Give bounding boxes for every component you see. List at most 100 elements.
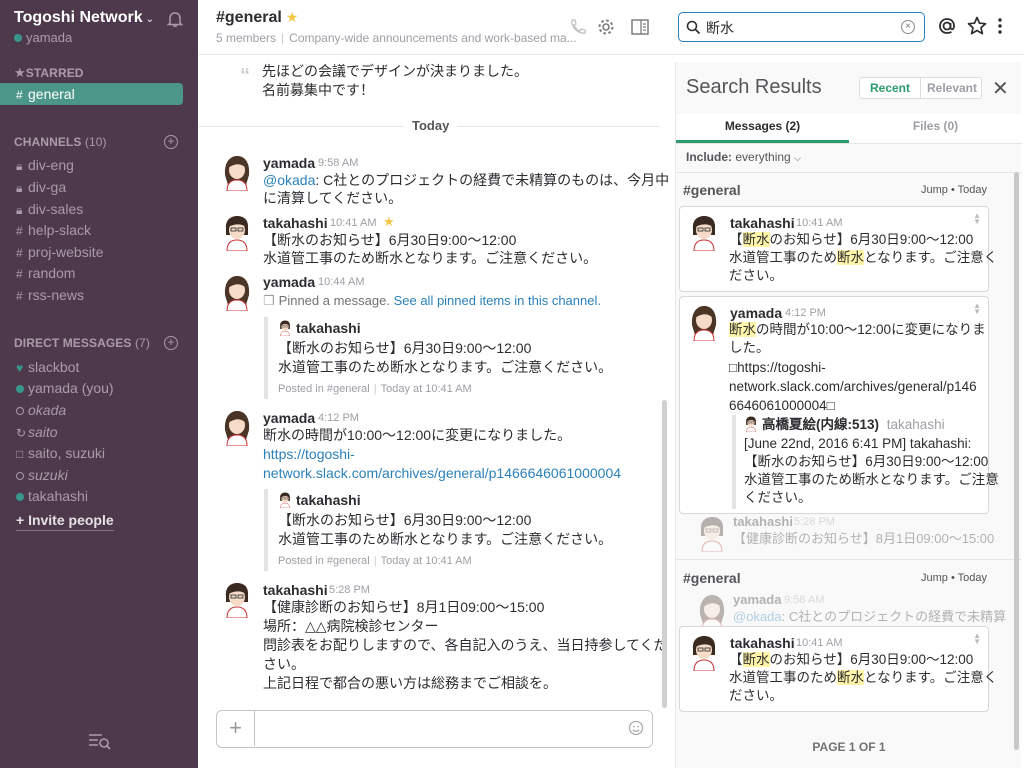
sidebar-item-yamada[interactable]: yamada (you) xyxy=(0,377,198,399)
add-channel-icon[interactable]: + xyxy=(164,135,178,149)
close-icon[interactable]: ✕ xyxy=(992,76,1009,101)
sidebar-item-saito[interactable]: ↻ saito xyxy=(0,421,198,443)
mentions-icon[interactable] xyxy=(936,15,958,37)
message-timestamp[interactable]: 10:44 AM xyxy=(318,276,364,288)
star-outline-icon[interactable] xyxy=(966,15,988,37)
sidebar-item-suzuki[interactable]: suzuki xyxy=(0,464,198,486)
message-link[interactable]: https://togoshi- xyxy=(263,445,355,463)
avatar[interactable] xyxy=(222,582,252,618)
add-file-button[interactable]: + xyxy=(217,711,255,746)
member-count[interactable]: 5 members xyxy=(216,31,276,45)
message-input[interactable]: + xyxy=(216,710,653,748)
sidebar-item-div-ga[interactable]: 🔒︎ div-ga xyxy=(0,176,198,198)
result-channel[interactable]: #general xyxy=(683,182,741,198)
emoji-icon[interactable] xyxy=(628,720,644,736)
avatar[interactable] xyxy=(222,155,252,191)
posted-in[interactable]: Posted in #general xyxy=(278,555,370,567)
message-author[interactable]: yamada xyxy=(263,274,315,290)
sidebar-item-saito-suzuki[interactable]: □ saito, suzuki xyxy=(0,442,198,464)
attachment-author[interactable]: takahashi xyxy=(278,491,361,509)
jump-label: Jump xyxy=(921,572,948,584)
posted-time[interactable]: Today at 10:41 AM xyxy=(381,555,472,567)
tab-files[interactable]: Files (0) xyxy=(849,114,1022,143)
jump-link[interactable]: Jump • Today xyxy=(921,572,987,584)
clear-search-icon[interactable]: × xyxy=(901,20,915,34)
bell-icon[interactable] xyxy=(166,10,184,28)
message-link[interactable]: network.slack.com/archives/general/p1466… xyxy=(263,464,621,482)
search-result-card[interactable]: takahashi 10:41 AM ▲ ▼ 【断水のお知らせ】6月30日9:00… xyxy=(679,206,997,292)
search-result-card[interactable]: yamada 4:12 PM ▲ ▼ 断水の時間が10:00～12:00に変更にな… xyxy=(679,296,999,514)
avatar[interactable] xyxy=(222,410,252,446)
result-author[interactable]: yamada xyxy=(730,305,782,321)
results-scrollbar[interactable] xyxy=(1014,172,1019,750)
search-result-card[interactable]: takahashi 10:41 AM ▲ ▼ 【断水のお知らせ】6月30日9:00… xyxy=(679,626,997,712)
context-text: 【健康診断のお知らせ】8月1日09:00～15:00 xyxy=(733,531,995,546)
channels-header[interactable]: CHANNELS (10) xyxy=(14,135,107,149)
message-text: 場所：△△病院検診センター xyxy=(263,618,439,634)
sidebar-item-takahashi[interactable]: takahashi xyxy=(0,485,198,507)
sidebar-item-okada[interactable]: okada xyxy=(0,399,198,421)
result-channel[interactable]: #general xyxy=(683,570,741,586)
quoted-text: 【断水のお知らせ】6月30日9:00～12:00 xyxy=(744,454,989,469)
channel-name: help-slack xyxy=(28,222,92,238)
message-scrollbar[interactable] xyxy=(662,400,667,708)
sidebar-item-slackbot[interactable]: ♥ slackbot xyxy=(0,356,198,378)
result-author[interactable]: takahashi xyxy=(730,215,795,231)
message-timestamp[interactable]: 9:58 AM xyxy=(318,157,358,169)
quoted-author[interactable]: 高橋夏絵(内線:513) takahashi xyxy=(744,416,945,434)
expand-icon[interactable]: ▲ ▼ xyxy=(973,302,981,316)
text-span: 水道管工事のため xyxy=(729,250,837,265)
attachment-text: 水道管工事のため断水となります。ご注意ください。 xyxy=(278,531,613,547)
message-author[interactable]: takahashi xyxy=(263,582,328,598)
attachment-author[interactable]: takahashi xyxy=(278,319,361,337)
avatar[interactable] xyxy=(222,275,252,311)
sidebar-item-random[interactable]: # random xyxy=(0,262,198,284)
message-author[interactable]: yamada xyxy=(263,410,315,426)
sort-relevant-button[interactable]: Relevant xyxy=(922,78,982,98)
gear-icon[interactable] xyxy=(596,17,616,37)
more-options-icon[interactable] xyxy=(995,15,1005,37)
invite-people-link[interactable]: + Invite people xyxy=(16,512,114,531)
search-highlight: 断水 xyxy=(742,652,770,667)
star-icon[interactable]: ★ xyxy=(383,214,395,230)
message-timestamp[interactable]: 10:41 AM xyxy=(330,217,376,229)
sort-recent-button[interactable]: Recent xyxy=(860,78,921,98)
add-dm-icon[interactable]: + xyxy=(164,336,178,350)
current-user-name: yamada xyxy=(26,30,73,45)
sidebar-item-help-slack[interactable]: # help-slack xyxy=(0,219,198,241)
include-filter[interactable]: Include: everything ⌵ xyxy=(686,150,801,164)
current-user[interactable]: yamada xyxy=(14,30,72,45)
posted-in[interactable]: Posted in #general xyxy=(278,383,370,395)
message-timestamp[interactable]: 4:12 PM xyxy=(318,412,359,424)
search-input[interactable]: 断水 × xyxy=(678,12,925,42)
channel-header: #general ★ 5 members | Company-wide announc… xyxy=(198,0,1024,55)
posted-time[interactable]: Today at 10:41 AM xyxy=(381,383,472,395)
dm-count: (7) xyxy=(134,336,150,350)
sidebar-item-general[interactable]: # general xyxy=(0,83,183,105)
expand-icon[interactable]: ▲ ▼ xyxy=(973,632,981,646)
sidebar-item-div-eng[interactable]: 🔒︎ div-eng xyxy=(0,154,198,176)
avatar[interactable] xyxy=(222,215,252,251)
star-icon[interactable]: ★ xyxy=(286,9,299,25)
context-timestamp: 9:58 AM xyxy=(784,594,825,606)
team-name-menu[interactable]: Togoshi Network ⌄ xyxy=(14,9,154,27)
dm-header[interactable]: DIRECT MESSAGES (7) xyxy=(14,336,150,350)
result-day: Today xyxy=(957,184,988,196)
message-author[interactable]: takahashi xyxy=(263,215,328,231)
result-text: 【断水のお知らせ】6月30日9:00～12:00 xyxy=(729,651,973,669)
result-author[interactable]: takahashi xyxy=(730,635,795,651)
sidebar-item-rss-news[interactable]: # rss-news xyxy=(0,284,198,306)
user-mention[interactable]: @okada xyxy=(263,172,315,188)
sidebar-item-proj-website[interactable]: # proj-website xyxy=(0,241,198,263)
jump-link[interactable]: Jump • Today xyxy=(921,184,987,196)
tab-messages[interactable]: Messages (2) xyxy=(676,114,849,143)
phone-icon[interactable] xyxy=(568,17,588,37)
message-timestamp[interactable]: 5:28 PM xyxy=(329,584,370,596)
sidebar-toggle-icon[interactable] xyxy=(630,17,650,37)
pinned-items-link[interactable]: See all pinned items in this channel. xyxy=(394,293,601,308)
message-author[interactable]: yamada xyxy=(263,155,315,171)
sidebar-item-div-sales[interactable]: 🔒︎ div-sales xyxy=(0,198,198,220)
quick-switcher-icon[interactable] xyxy=(88,732,112,750)
channel-title[interactable]: #general ★ xyxy=(216,9,298,27)
expand-icon[interactable]: ▲ ▼ xyxy=(973,212,981,226)
